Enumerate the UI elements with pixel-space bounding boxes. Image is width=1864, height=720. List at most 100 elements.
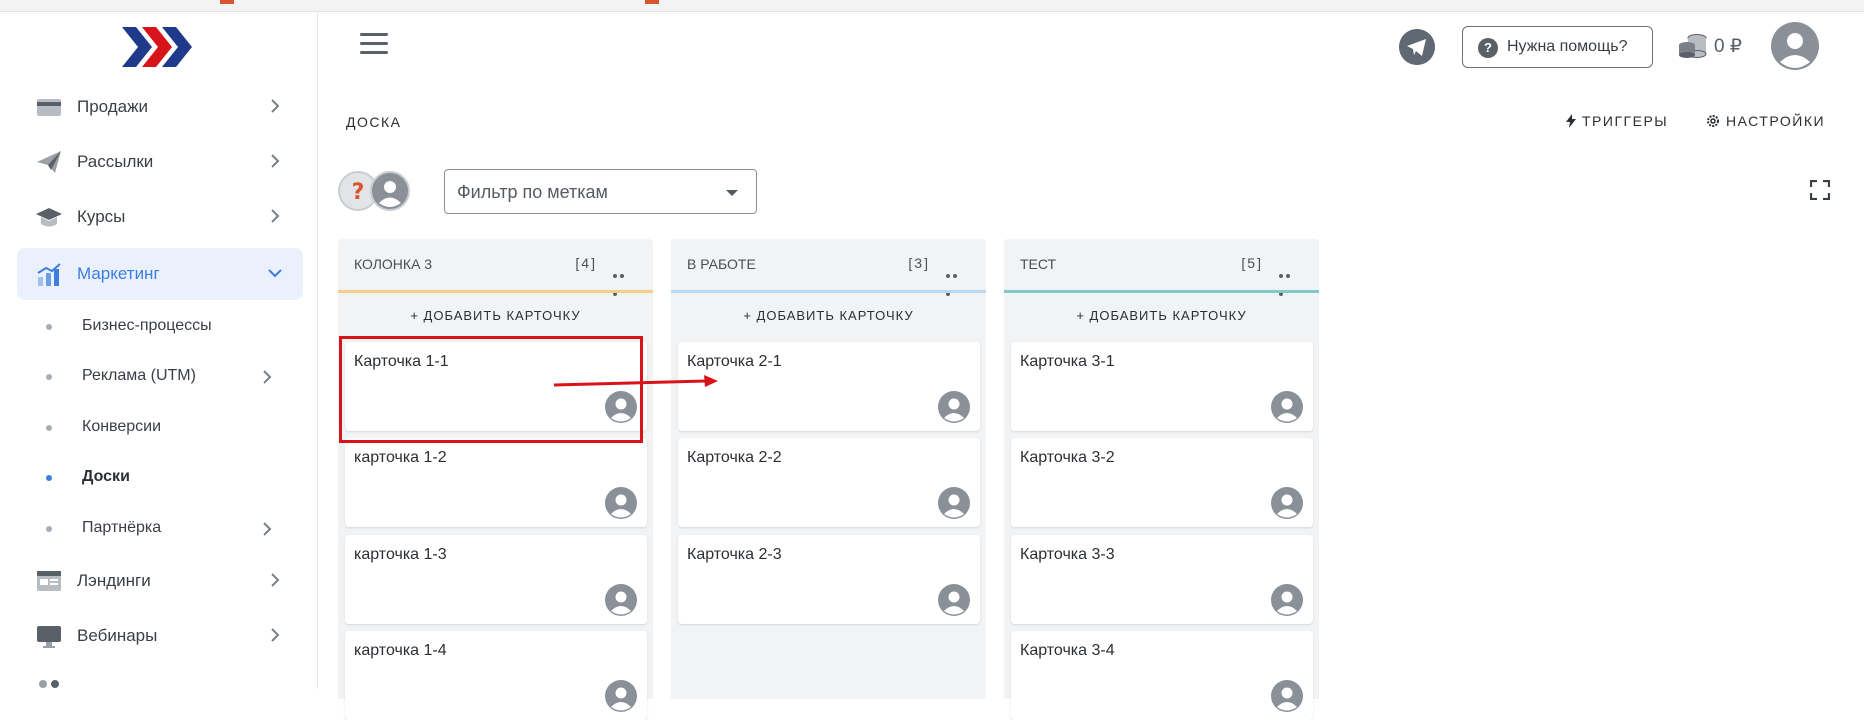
card-title: карточка 1-3 — [354, 546, 447, 563]
board-column: В РАБОТЕ [3] + ДОБАВИТЬ КАРТОЧКУ Карточка 2… — [671, 239, 986, 699]
board-column: КОЛОНКА 3 [4] + ДОБАВИТЬ КАРТОЧКУ Карточка … — [338, 239, 653, 720]
help-button[interactable]: ? Нужна помощь? — [1462, 26, 1653, 68]
card-title: Карточка 2-2 — [687, 449, 782, 466]
board-card[interactable]: Карточка 2-1 — [678, 342, 980, 431]
menu-toggle-button[interactable] — [360, 33, 388, 57]
contacts-icon — [39, 680, 59, 688]
column-title: В РАБОТЕ — [687, 256, 756, 272]
sidebar-item-contacts-partial[interactable] — [17, 664, 303, 716]
bullet-dot — [46, 526, 52, 532]
column-card-count: [3] — [908, 255, 930, 271]
sidebar-subitem-partner[interactable]: Партнёрка — [17, 507, 303, 551]
card-assignee-avatar-icon[interactable] — [1271, 584, 1303, 616]
bullet-dot — [46, 374, 52, 380]
board-card[interactable]: Карточка 1-1 — [345, 342, 647, 431]
sidebar-item-webinars[interactable]: Вебинары — [17, 610, 303, 662]
board-card[interactable]: Карточка 3-1 — [1011, 342, 1313, 431]
caret-down-icon — [726, 190, 738, 196]
board-card[interactable]: карточка 1-3 — [345, 535, 647, 624]
column-header: КОЛОНКА 3 [4] — [338, 239, 653, 296]
graduation-cap-icon — [36, 208, 62, 227]
column-menu-icon[interactable] — [1279, 265, 1299, 296]
column-menu-icon[interactable] — [946, 265, 966, 296]
sidebar-subitem-label: Доски — [82, 468, 130, 485]
bullet-dot — [46, 475, 52, 481]
lightning-icon — [1566, 114, 1576, 128]
column-card-count: [5] — [1241, 255, 1263, 271]
board-card[interactable]: карточка 1-2 — [345, 438, 647, 527]
card-title: Карточка 3-1 — [1020, 353, 1115, 370]
sidebar-item-courses[interactable]: Курсы — [17, 191, 303, 243]
board-column: ТЕСТ [5] + ДОБАВИТЬ КАРТОЧКУ Карточка 3-1 Ка… — [1004, 239, 1319, 720]
chevron-right-icon — [263, 522, 272, 536]
card-assignee-avatar-icon[interactable] — [1271, 680, 1303, 712]
sidebar-item-sales[interactable]: Продажи — [17, 81, 303, 133]
card-assignee-avatar-icon[interactable] — [938, 487, 970, 519]
triggers-button[interactable]: ТРИГГЕРЫ — [1566, 113, 1668, 129]
chevron-right-icon — [271, 573, 280, 587]
card-title: карточка 1-2 — [354, 449, 447, 466]
settings-button[interactable]: НАСТРОЙКИ — [1706, 113, 1825, 129]
sidebar-item-marketing[interactable]: Маркетинг — [17, 248, 303, 300]
user-avatar-icon[interactable] — [1771, 22, 1819, 70]
card-assignee-avatar-icon[interactable] — [938, 584, 970, 616]
sidebar-subitem-business-processes[interactable]: Бизнес-процессы — [17, 305, 303, 349]
sidebar-item-label: Курсы — [77, 207, 126, 226]
card-title: Карточка 3-3 — [1020, 546, 1115, 563]
sidebar-subitem-label: Конверсии — [82, 418, 162, 435]
card-assignee-avatar-icon[interactable] — [605, 680, 637, 712]
gear-icon — [1707, 115, 1719, 127]
sidebar-item-mailings[interactable]: Рассылки — [17, 136, 303, 188]
column-title: ТЕСТ — [1020, 256, 1057, 272]
browser-bookmarks-strip — [0, 0, 1864, 12]
column-color-line — [1004, 290, 1319, 293]
tag-filter-select[interactable]: Фильтр по меткам — [444, 169, 757, 214]
card-title: Карточка 1-1 — [354, 353, 449, 370]
settings-label: НАСТРОЙКИ — [1726, 113, 1826, 129]
column-menu-icon[interactable] — [613, 265, 633, 296]
sidebar: Продажи Рассылки Курсы Маркетинг Бизнес-… — [4, 12, 318, 689]
send-icon — [37, 151, 61, 173]
card-assignee-avatar-icon[interactable] — [938, 391, 970, 423]
card-assignee-avatar-icon[interactable] — [605, 584, 637, 616]
bookmark-mark — [220, 0, 234, 4]
sidebar-item-label: Продажи — [77, 97, 148, 116]
bullet-dot — [46, 324, 52, 330]
board-card[interactable]: Карточка 3-2 — [1011, 438, 1313, 527]
chart-up-icon — [37, 263, 61, 286]
column-header: В РАБОТЕ [3] — [671, 239, 986, 296]
sidebar-item-label: Лэндинги — [77, 571, 151, 590]
sidebar-subitem-ads-utm[interactable]: Реклама (UTM) — [17, 355, 303, 399]
card-title: Карточка 2-1 — [687, 353, 782, 370]
sidebar-subitem-label: Партнёрка — [82, 519, 162, 536]
board-card[interactable]: Карточка 2-3 — [678, 535, 980, 624]
card-assignee-avatar-icon[interactable] — [605, 487, 637, 519]
card-assignee-avatar-icon[interactable] — [1271, 391, 1303, 423]
chevron-right-icon — [271, 154, 280, 168]
page-title: ДОСКА — [346, 114, 402, 130]
members-avatars[interactable]: ? — [338, 170, 414, 212]
board-card[interactable]: Карточка 3-3 — [1011, 535, 1313, 624]
board-card[interactable]: карточка 1-4 — [345, 631, 647, 720]
sidebar-item-label: Вебинары — [77, 626, 158, 645]
card-assignee-avatar-icon[interactable] — [1271, 487, 1303, 519]
telegram-icon[interactable] — [1399, 29, 1435, 65]
column-header: ТЕСТ [5] — [1004, 239, 1319, 296]
sidebar-subitem-boards[interactable]: Доски — [17, 456, 303, 500]
board-card[interactable]: Карточка 2-2 — [678, 438, 980, 527]
balance-amount: 0 ₽ — [1714, 36, 1742, 57]
add-card-button[interactable]: + ДОБАВИТЬ КАРТОЧКУ — [338, 308, 653, 323]
card-title: Карточка 3-4 — [1020, 642, 1115, 659]
card-icon — [37, 99, 61, 116]
question-icon: ? — [1478, 38, 1498, 58]
card-assignee-avatar-icon[interactable] — [605, 391, 637, 423]
board-card[interactable]: Карточка 3-4 — [1011, 631, 1313, 720]
fullscreen-icon[interactable] — [1810, 180, 1830, 200]
sidebar-subitem-label: Реклама (UTM) — [82, 367, 196, 384]
add-card-button[interactable]: + ДОБАВИТЬ КАРТОЧКУ — [671, 308, 986, 323]
sidebar-item-landings[interactable]: Лэндинги — [17, 555, 303, 607]
bullet-dot — [46, 425, 52, 431]
sidebar-subitem-conversions[interactable]: Конверсии — [17, 406, 303, 450]
add-card-button[interactable]: + ДОБАВИТЬ КАРТОЧКУ — [1004, 308, 1319, 323]
logo-icon[interactable] — [122, 27, 196, 67]
